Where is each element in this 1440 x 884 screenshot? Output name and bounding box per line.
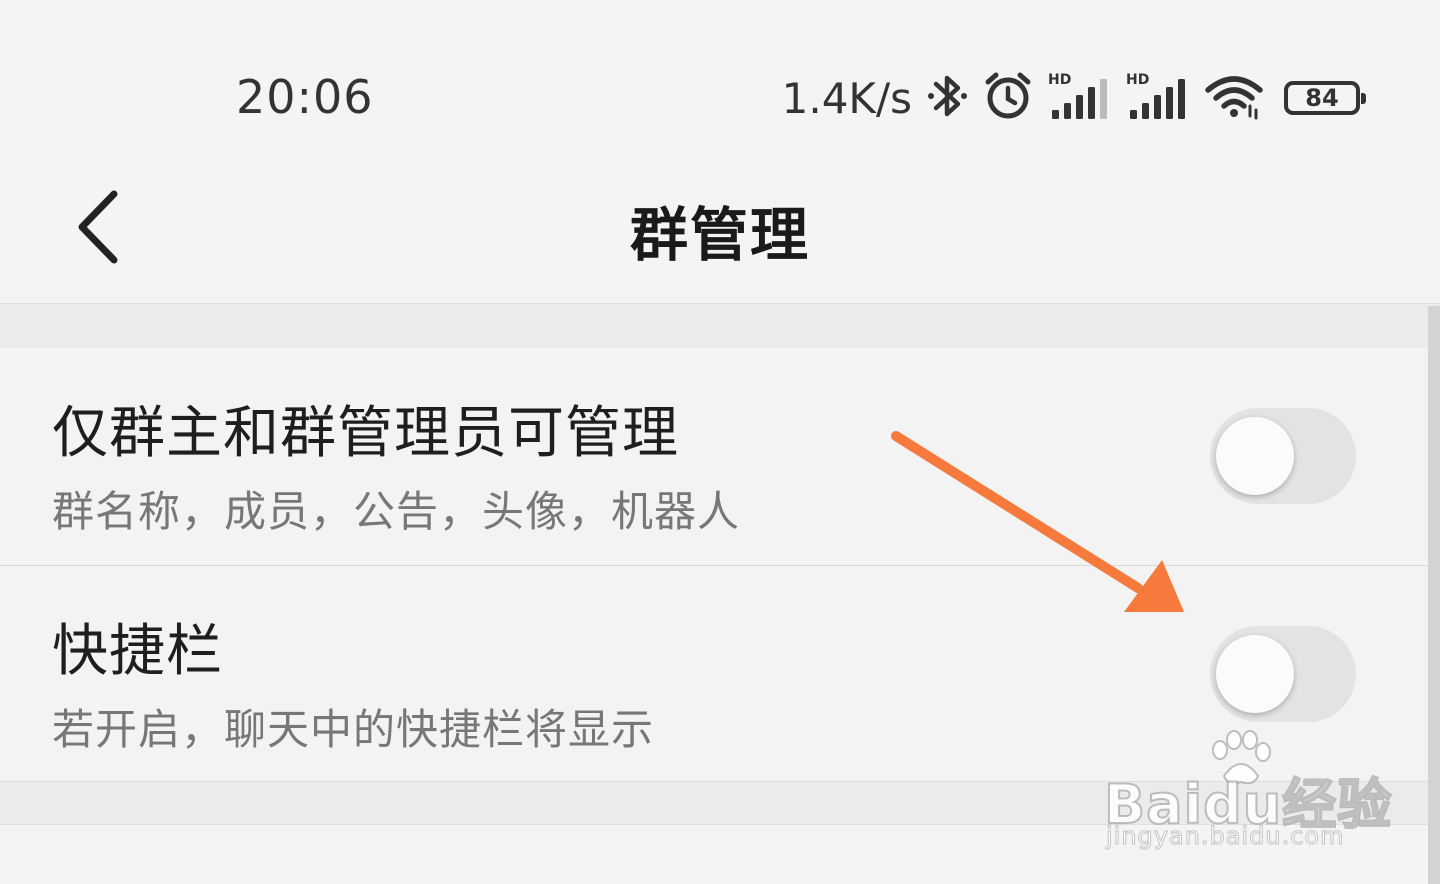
setting-title: 快捷栏: [52, 619, 223, 684]
network-speed: 1.4K/s: [781, 73, 912, 123]
status-indicators: 1.4K/s HD HD 84: [781, 68, 1366, 128]
setting-title: 仅群主和群管理员可管理: [52, 401, 679, 466]
status-bar: 20:06 1.4K/s HD HD 84: [0, 0, 1440, 160]
settings-list: 仅群主和群管理员可管理 群名称，成员，公告，头像，机器人 快捷栏 若开启，聊天中…: [0, 348, 1428, 782]
watermark-url: jingyan.baidu.com: [1105, 822, 1345, 851]
wifi-icon: [1204, 72, 1264, 124]
watermark: Baidu经验 jingyan.baidu.com: [1100, 730, 1400, 860]
shortcut-bar-toggle[interactable]: [1210, 626, 1356, 722]
bluetooth-icon: [928, 70, 968, 126]
setting-description: 群名称，成员，公告，头像，机器人: [52, 487, 741, 536]
setting-description: 若开启，聊天中的快捷栏将显示: [52, 705, 655, 754]
nav-bar: 群管理: [0, 160, 1440, 303]
toggle-knob: [1216, 417, 1294, 495]
signal-icon: HD: [1048, 72, 1112, 122]
battery-icon: 84: [1284, 81, 1366, 115]
battery-level: 84: [1305, 84, 1339, 112]
page-title: 群管理: [629, 201, 810, 269]
section-divider: [0, 303, 1440, 349]
alarm-icon: [982, 70, 1034, 126]
screen: 20:06 1.4K/s HD HD 84 群管理 仅群主和群管理员可管理 群名…: [0, 0, 1440, 884]
signal-icon: HD: [1126, 72, 1190, 122]
setting-row-admin-only: 仅群主和群管理员可管理 群名称，成员，公告，头像，机器人: [0, 348, 1428, 565]
scrollbar[interactable]: [1428, 306, 1440, 884]
status-time: 20:06: [236, 70, 374, 124]
admin-only-toggle[interactable]: [1210, 408, 1356, 504]
toggle-knob: [1216, 635, 1294, 713]
